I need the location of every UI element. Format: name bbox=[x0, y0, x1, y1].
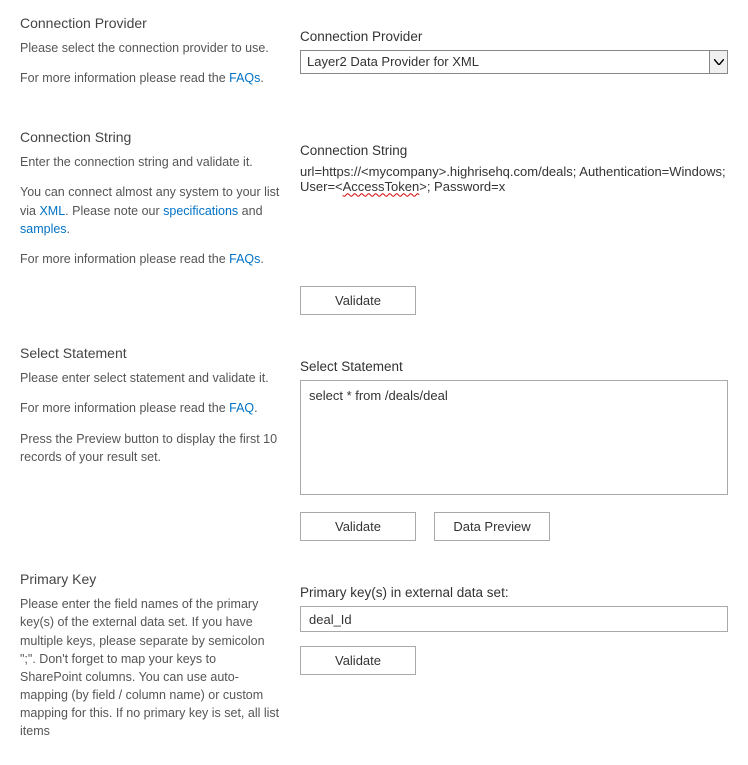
section-connection-provider: Connection Provider Please select the co… bbox=[20, 15, 728, 99]
primary-key-input[interactable] bbox=[300, 606, 728, 632]
helper-text: For more information please read the FAQ… bbox=[20, 69, 280, 87]
sidebar-select-statement: Select Statement Please enter select sta… bbox=[20, 345, 300, 478]
field-label: Connection String bbox=[300, 143, 728, 158]
connection-string-input[interactable]: url=https://<mycompany>.highrisehq.com/d… bbox=[300, 164, 728, 272]
sidebar-title: Select Statement bbox=[20, 345, 280, 361]
field-primary-key: Primary key(s) in external data set: Val… bbox=[300, 571, 728, 675]
helper-text: Please select the connection provider to… bbox=[20, 39, 280, 57]
helper-text: Press the Preview button to display the … bbox=[20, 430, 280, 466]
validate-button[interactable]: Validate bbox=[300, 646, 416, 675]
field-label: Primary key(s) in external data set: bbox=[300, 585, 728, 600]
helper-text: Enter the connection string and validate… bbox=[20, 153, 280, 171]
xml-link[interactable]: XML bbox=[39, 204, 65, 218]
data-preview-button[interactable]: Data Preview bbox=[434, 512, 550, 541]
samples-link[interactable]: samples bbox=[20, 222, 67, 236]
helper-text: Please enter the field names of the prim… bbox=[20, 595, 280, 740]
button-row: Validate bbox=[300, 646, 728, 675]
helper-text: For more information please read the FAQ… bbox=[20, 399, 280, 417]
helper-text: You can connect almost any system to you… bbox=[20, 183, 280, 237]
faqs-link[interactable]: FAQs bbox=[229, 252, 260, 266]
section-connection-string: Connection String Enter the connection s… bbox=[20, 129, 728, 315]
validate-button[interactable]: Validate bbox=[300, 512, 416, 541]
helper-text: For more information please read the FAQ… bbox=[20, 250, 280, 268]
field-label: Connection Provider bbox=[300, 29, 728, 44]
specifications-link[interactable]: specifications bbox=[163, 204, 238, 218]
spellcheck-squiggle: AccessToken bbox=[343, 179, 420, 194]
button-row: Validate bbox=[300, 286, 728, 315]
field-select-statement: Select Statement Validate Data Preview bbox=[300, 345, 728, 541]
button-row: Validate Data Preview bbox=[300, 512, 728, 541]
field-label: Select Statement bbox=[300, 359, 728, 374]
sidebar-connection-provider: Connection Provider Please select the co… bbox=[20, 15, 300, 99]
section-primary-key: Primary Key Please enter the field names… bbox=[20, 571, 728, 740]
sidebar-connection-string: Connection String Enter the connection s… bbox=[20, 129, 300, 280]
select-statement-input[interactable] bbox=[300, 380, 728, 495]
faq-link[interactable]: FAQ bbox=[229, 401, 254, 415]
faqs-link[interactable]: FAQs bbox=[229, 71, 260, 85]
select-value: Layer2 Data Provider for XML bbox=[300, 50, 728, 74]
sidebar-primary-key: Primary Key Please enter the field names… bbox=[20, 571, 300, 740]
helper-text: Please enter select statement and valida… bbox=[20, 369, 280, 387]
sidebar-title: Primary Key bbox=[20, 571, 280, 587]
section-select-statement: Select Statement Please enter select sta… bbox=[20, 345, 728, 541]
validate-button[interactable]: Validate bbox=[300, 286, 416, 315]
connection-provider-select[interactable]: Layer2 Data Provider for XML bbox=[300, 50, 728, 74]
field-connection-provider: Connection Provider Layer2 Data Provider… bbox=[300, 15, 728, 74]
sidebar-title: Connection Provider bbox=[20, 15, 280, 31]
sidebar-title: Connection String bbox=[20, 129, 280, 145]
field-connection-string: Connection String url=https://<mycompany… bbox=[300, 129, 728, 315]
